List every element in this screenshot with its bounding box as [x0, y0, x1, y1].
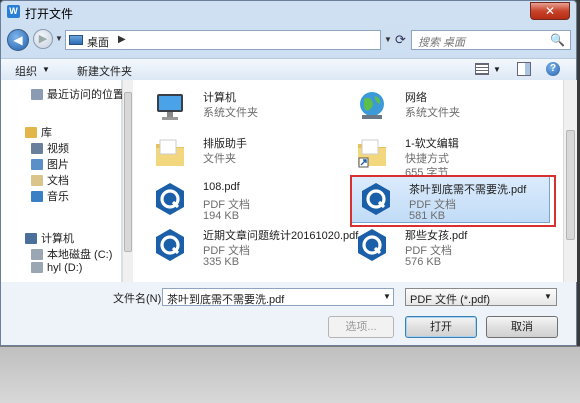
options-button[interactable]: 选项... [328, 316, 394, 338]
file-type: 文件夹 [203, 153, 236, 165]
sidebar-scrollbar[interactable] [122, 80, 133, 282]
search-input[interactable]: 搜索 桌面 [418, 34, 465, 50]
video-icon [31, 143, 43, 154]
organize-button[interactable]: 组织 [15, 63, 37, 79]
disk-icon [31, 262, 43, 273]
navigation-bar: ◀ ▶ ▼ 桌面 ▶ ▼ ⟳ 搜索 桌面 🔍 [1, 25, 576, 57]
sidebar-item-label: 音乐 [47, 191, 69, 203]
filename-history-dropdown[interactable]: ▼ [383, 292, 391, 301]
cancel-button[interactable]: 取消 [486, 316, 558, 338]
file-typesetting-folder[interactable]: 排版助手 文件夹 [145, 130, 345, 178]
preview-pane-icon[interactable] [517, 62, 531, 76]
address-bar[interactable]: 桌面 ▶ [65, 30, 381, 50]
music-icon [31, 191, 43, 202]
file-name: 108.pdf [203, 181, 240, 193]
file-name: 计算机 [203, 92, 236, 104]
organize-dropdown-icon[interactable]: ▼ [42, 65, 50, 74]
back-button[interactable]: ◀ [7, 29, 29, 51]
sidebar-item-label: hyl (D:) [47, 262, 83, 274]
documents-icon [31, 175, 43, 186]
sidebar-item-computer[interactable]: 计算机 [25, 230, 74, 246]
sidebar-item-label: 文档 [47, 175, 69, 187]
sidebar-scroll-thumb[interactable] [124, 92, 132, 252]
file-network[interactable]: 网络 系统文件夹 [347, 84, 547, 132]
dialog-footer: 文件名(N): 茶叶到底需不需要洗.pdf ▼ PDF 文件 (*.pdf) ▼… [1, 282, 576, 345]
sidebar-item-label: 库 [41, 127, 52, 139]
refresh-icon[interactable]: ⟳ [395, 32, 406, 48]
sidebar-item-disk-c[interactable]: 本地磁盘 (C:) [31, 246, 112, 262]
open-file-dialog: W 打开文件 ✕ ◀ ▶ ▼ 桌面 ▶ ▼ ⟳ 搜索 桌面 🔍 组织 ▼ 新建文… [0, 0, 577, 346]
file-name: 近期文章问题统计20161020.pdf [203, 230, 359, 242]
file-stats-pdf[interactable]: 近期文章问题统计20161020.pdf PDF 文档 335 KB [145, 222, 358, 270]
open-button[interactable]: 打开 [405, 316, 477, 338]
selection-highlight-frame [350, 175, 556, 227]
computer-icon [25, 233, 37, 244]
command-toolbar: 组织 ▼ 新建文件夹 ▼ ? [1, 58, 576, 82]
file-name: 1-软文编辑 [405, 138, 459, 150]
computer-icon [153, 90, 187, 124]
sidebar-item-library[interactable]: 库 [25, 124, 52, 140]
pdf-icon [355, 228, 389, 262]
file-list-scrollbar[interactable] [563, 80, 577, 282]
sidebar-item-label: 视频 [47, 143, 69, 155]
file-size: 194 KB [203, 210, 240, 222]
file-108-pdf[interactable]: 108.pdf PDF 文档 194 KB [145, 176, 345, 224]
file-type-select[interactable]: PDF 文件 (*.pdf) [405, 288, 557, 306]
sidebar-item-label: 最近访问的位置 [47, 89, 124, 101]
file-name: 那些女孩.pdf [405, 230, 468, 242]
sidebar-item-video[interactable]: 视频 [31, 140, 69, 156]
file-girls-pdf[interactable]: 那些女孩.pdf PDF 文档 576 KB [347, 222, 547, 270]
desktop-icon [69, 35, 83, 45]
dialog-content: 最近访问的位置库视频 图片 文档 音乐 计算机 本地磁盘 (C:) hyl (D:) 计算机… [1, 80, 577, 282]
sidebar-item-pictures[interactable]: 图片 [31, 156, 69, 172]
file-type: 系统文件夹 [405, 107, 460, 119]
pdf-icon [153, 228, 187, 262]
sidebar-item-label: 本地磁盘 (C:) [47, 249, 113, 261]
file-list-scroll-thumb[interactable] [566, 130, 575, 240]
pictures-icon [31, 159, 43, 170]
window-title: 打开文件 [25, 7, 74, 21]
filename-label: 文件名(N): [113, 293, 165, 305]
sidebar-item-recent[interactable]: 最近访问的位置 [31, 86, 124, 102]
library-icon [25, 127, 37, 138]
file-name: 排版助手 [203, 138, 247, 150]
new-folder-button[interactable]: 新建文件夹 [77, 63, 132, 79]
filename-field[interactable]: 茶叶到底需不需要洗.pdf [162, 288, 394, 306]
address-location[interactable]: 桌面 [87, 34, 109, 50]
file-type-dropdown-icon[interactable]: ▼ [544, 292, 552, 301]
network-icon [355, 90, 389, 124]
folder-icon [153, 136, 187, 170]
view-dropdown-icon[interactable]: ▼ [493, 65, 501, 74]
sidebar-item-music[interactable]: 音乐 [31, 188, 69, 204]
close-button[interactable]: ✕ [530, 2, 570, 20]
file-name: 网络 [405, 92, 427, 104]
sidebar-item-label: 计算机 [41, 233, 74, 245]
shortcut-folder-icon [355, 136, 389, 170]
file-list: 计算机 系统文件夹 网络 系统文件夹 排版助手 文件夹 1-软文编辑 快捷方式 655 字节 10… [133, 80, 563, 282]
app-icon: W [7, 5, 20, 18]
sidebar-item-disk-d[interactable]: hyl (D:) [31, 262, 82, 278]
breadcrumb-chevron-icon[interactable]: ▶ [118, 34, 126, 45]
sidebar-item-documents[interactable]: 文档 [31, 172, 69, 188]
recent-locations-dropdown[interactable]: ▼ [55, 34, 63, 43]
file-shortcut[interactable]: 1-软文编辑 快捷方式 655 字节 [347, 130, 547, 179]
pdf-icon [153, 182, 187, 216]
file-size: 576 KB [405, 256, 442, 268]
disk-icon [31, 249, 43, 260]
search-box[interactable]: 搜索 桌面 🔍 [411, 30, 571, 50]
address-history-dropdown[interactable]: ▼ [384, 35, 392, 44]
file-size: 335 KB [203, 256, 240, 268]
file-computer[interactable]: 计算机 系统文件夹 [145, 84, 345, 132]
change-view-icon[interactable] [475, 63, 489, 75]
title-bar: W 打开文件 ✕ [1, 1, 576, 23]
help-icon[interactable]: ? [546, 62, 560, 76]
navigation-pane: 最近访问的位置库视频图片文档音乐计算机本地磁盘 (C:) hyl (D:) [1, 80, 124, 282]
sidebar-item-label: 图片 [47, 159, 69, 171]
forward-button[interactable]: ▶ [33, 29, 53, 49]
file-type: 系统文件夹 [203, 107, 258, 119]
recent-places-icon [31, 89, 43, 100]
search-icon[interactable]: 🔍 [550, 33, 565, 47]
